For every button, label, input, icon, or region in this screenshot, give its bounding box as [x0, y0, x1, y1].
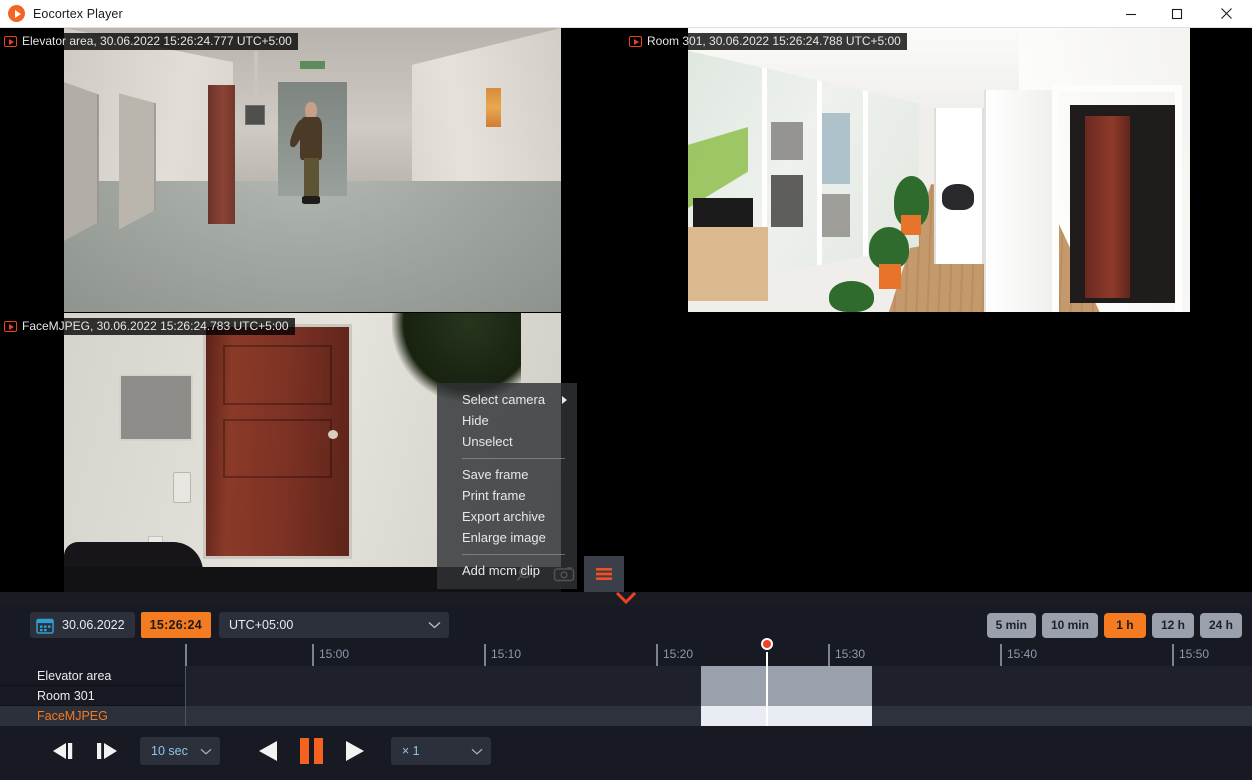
context-menu-label: Add mcm clip	[462, 563, 541, 578]
playhead-knob[interactable]	[761, 638, 773, 650]
camera-stream-icon	[4, 321, 17, 332]
camera-stream-icon	[4, 36, 17, 47]
ruler-tick: 15:10	[484, 644, 521, 666]
window-title: Eocortex Player	[33, 6, 123, 21]
context-menu-item-print-frame[interactable]: Print frame	[437, 485, 577, 506]
context-menu-item-unselect[interactable]: Unselect	[437, 431, 577, 452]
timeline-toolbar: 30.06.2022 15:26:24 UTC+05:00 5 min 10 m…	[0, 606, 1252, 644]
video-cell-room-301[interactable]: Room 301, 30.06.2022 15:26:24.788 UTC+5:…	[625, 28, 1252, 312]
chevron-down-icon	[471, 744, 483, 758]
context-menu-item-export-archive[interactable]: Export archive	[437, 506, 577, 527]
playback-speed-select[interactable]: × 1	[390, 737, 491, 765]
timeline-tracks: Elevator area Room 301 FaceMJPEG	[0, 638, 1252, 726]
playback-speed-value: × 1	[401, 744, 420, 758]
hamburger-menu-icon[interactable]	[584, 556, 624, 592]
ruler-tick: 15:40	[1000, 644, 1037, 666]
context-menu-label: Save frame	[462, 467, 529, 482]
date-value: 30.06.2022	[62, 618, 125, 632]
step-size-value: 10 sec	[151, 744, 188, 758]
video-grid: Elevator area, 30.06.2022 15:26:24.777 U…	[0, 28, 1252, 592]
timeline-track-elevator-area[interactable]: Elevator area	[0, 666, 1252, 686]
cell-context-menu: Select camera Hide Unselect Save frame P…	[437, 383, 577, 589]
track-lane[interactable]	[185, 686, 1252, 706]
range-button-12-h[interactable]: 12 h	[1151, 612, 1194, 638]
play-backward-button[interactable]	[256, 738, 282, 764]
context-menu-item-save-frame[interactable]: Save frame	[437, 464, 577, 485]
calendar-icon	[36, 617, 54, 634]
step-size-select[interactable]: 10 sec	[140, 737, 220, 765]
minimize-button[interactable]	[1108, 0, 1154, 27]
player-controls: 10 sec × 1	[0, 722, 1252, 780]
range-button-5-min[interactable]: 5 min	[986, 612, 1036, 638]
camera-label-room-301: Room 301, 30.06.2022 15:26:24.788 UTC+5:…	[625, 33, 907, 50]
camera-label-elevator-area: Elevator area, 30.06.2022 15:26:24.777 U…	[0, 33, 298, 50]
close-button[interactable]	[1200, 0, 1252, 27]
timeline-panel: 30.06.2022 15:26:24 UTC+05:00 5 min 10 m…	[0, 606, 1252, 780]
camera-label-facemjpeg: FaceMJPEG, 30.06.2022 15:26:24.783 UTC+5…	[0, 318, 295, 335]
context-menu-item-enlarge-image[interactable]: Enlarge image	[437, 527, 577, 548]
maximize-button[interactable]	[1154, 0, 1200, 27]
context-menu-label: Enlarge image	[462, 530, 546, 545]
range-button-1-h[interactable]: 1 h	[1103, 612, 1146, 638]
camera-label-text: FaceMJPEG, 30.06.2022 15:26:24.783 UTC+5…	[22, 319, 289, 333]
range-button-10-min[interactable]: 10 min	[1041, 612, 1098, 638]
track-label: Elevator area	[37, 669, 112, 683]
time-field[interactable]: 15:26:24	[140, 612, 211, 638]
chevron-down-icon	[200, 744, 212, 758]
ruler-tick: 15:00	[312, 644, 349, 666]
context-menu-label: Select camera	[462, 392, 546, 407]
video-stream-room-301	[688, 28, 1190, 312]
context-menu-item-add-mcm-clip[interactable]: Add mcm clip	[437, 560, 577, 581]
app-icon	[8, 5, 25, 22]
context-menu-label: Print frame	[462, 488, 526, 503]
camera-stream-icon	[629, 36, 642, 47]
context-menu-item-select-camera[interactable]: Select camera	[437, 389, 577, 410]
video-stream-elevator-area	[64, 28, 561, 312]
chevron-down-icon	[428, 618, 441, 632]
context-menu-separator	[462, 554, 565, 555]
play-button[interactable]	[341, 738, 367, 764]
context-menu-item-hide[interactable]: Hide	[437, 410, 577, 431]
context-menu-label: Unselect	[462, 434, 513, 449]
context-menu-label: Hide	[462, 413, 489, 428]
time-range-buttons: 5 min 10 min 1 h 12 h 24 h	[986, 612, 1242, 638]
camera-label-text: Room 301, 30.06.2022 15:26:24.788 UTC+5:…	[647, 34, 901, 48]
video-cell-empty[interactable]	[625, 313, 1252, 592]
archive-segment[interactable]	[701, 666, 872, 686]
timeline-track-room-301[interactable]: Room 301	[0, 686, 1252, 706]
timeline-playhead[interactable]	[761, 638, 773, 726]
pause-button[interactable]	[299, 738, 323, 764]
submenu-arrow-icon	[562, 395, 567, 404]
ruler-tick	[185, 644, 192, 666]
video-cell-elevator-area[interactable]: Elevator area, 30.06.2022 15:26:24.777 U…	[0, 28, 624, 312]
step-backward-icon[interactable]	[50, 740, 80, 762]
window-controls	[1108, 0, 1252, 27]
date-field[interactable]: 30.06.2022	[30, 612, 135, 638]
range-button-24-h[interactable]: 24 h	[1199, 612, 1242, 638]
ruler-tick: 15:30	[828, 644, 865, 666]
context-menu-separator	[462, 458, 565, 459]
context-menu-label: Export archive	[462, 509, 546, 524]
camera-label-text: Elevator area, 30.06.2022 15:26:24.777 U…	[22, 34, 292, 48]
timeline-ruler[interactable]: 15:00 15:10 15:20 15:30 15:40 15:50	[185, 644, 1252, 666]
track-lane[interactable]	[185, 666, 1252, 686]
step-forward-icon[interactable]	[92, 740, 122, 762]
timezone-value: UTC+05:00	[229, 618, 294, 632]
track-label: Room 301	[37, 689, 95, 703]
window-titlebar: Eocortex Player	[0, 0, 1252, 28]
ruler-tick: 15:20	[656, 644, 693, 666]
timezone-select[interactable]: UTC+05:00	[219, 612, 449, 638]
ruler-tick: 15:50	[1172, 644, 1209, 666]
archive-segment[interactable]	[701, 686, 872, 706]
